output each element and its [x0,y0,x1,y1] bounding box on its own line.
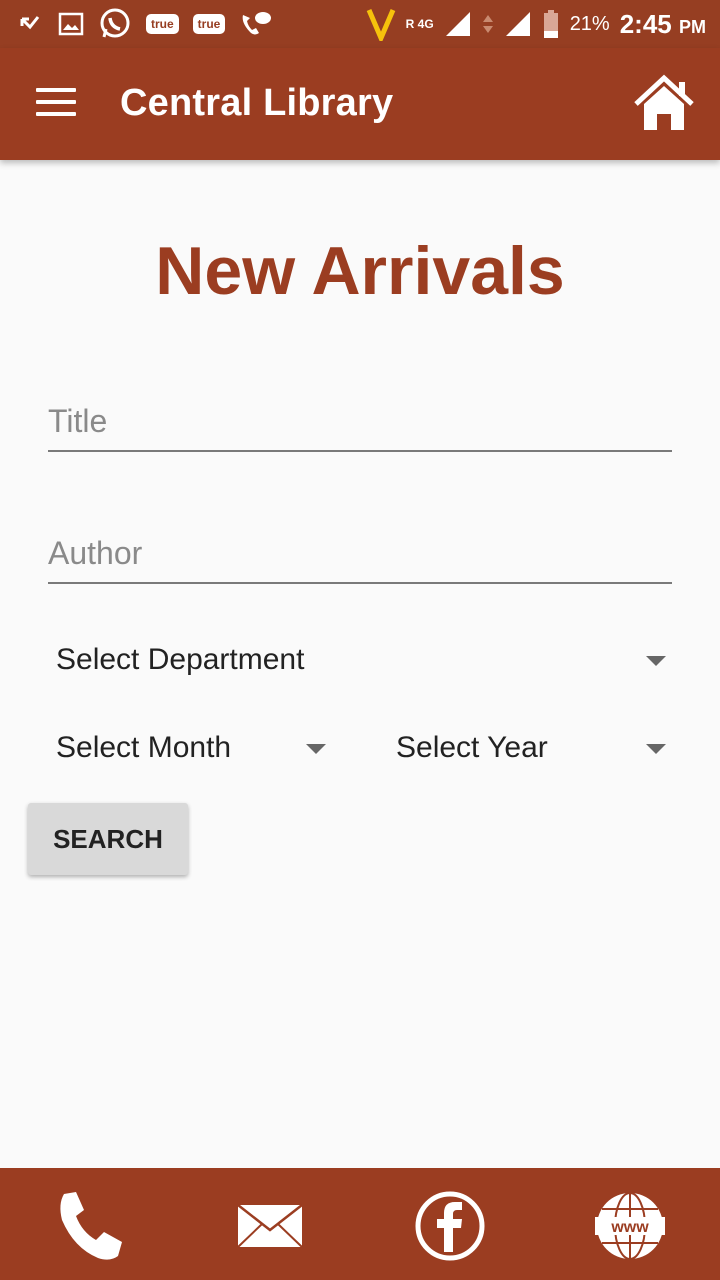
menu-icon[interactable] [36,88,76,118]
truecaller-badge: true [146,14,179,34]
search-button[interactable]: SEARCH [28,803,188,875]
page-title: New Arrivals [155,233,565,309]
gallery-icon [58,11,84,37]
network-label: R 4G [405,17,434,31]
battery-percent: 21% [569,12,610,35]
carrier-v-icon [366,7,396,41]
app-bar: Central Library [0,48,720,160]
bottom-nav: www [0,1168,720,1280]
clock: 2:45 PM [620,9,706,40]
clock-ampm: PM [679,16,706,37]
dropdown-arrow-icon [306,744,326,754]
phone-icon[interactable] [52,1188,128,1264]
signal-icon [444,10,472,38]
dropdown-arrow-icon [646,744,666,754]
year-dropdown-label: Select Year [396,731,548,764]
www-icon[interactable]: www [592,1188,668,1264]
battery-icon [542,9,560,39]
whatsapp-icon [98,7,132,41]
signal-icon [504,10,532,38]
title-input[interactable] [48,396,672,452]
status-bar: true true R 4G 21% 2:45 PM [0,0,720,48]
author-input[interactable] [48,528,672,584]
call-chat-icon [239,9,273,39]
home-icon[interactable] [632,74,696,134]
status-right-icons: R 4G 21% 2:45 PM [366,6,706,42]
month-dropdown-label: Select Month [56,731,232,764]
app-title: Central Library [120,82,394,124]
truecaller-badge: true [192,14,226,34]
missed-call-icon [18,11,44,37]
data-arrows-icon [482,11,494,37]
month-dropdown[interactable]: Select Month [56,718,332,778]
mail-icon[interactable] [232,1188,308,1264]
department-dropdown-label: Select Department [56,643,305,676]
facebook-icon[interactable] [412,1188,488,1264]
clock-time: 2:45 [619,8,672,39]
status-left-icons: true true [18,6,273,42]
department-dropdown[interactable]: Select Department [56,630,672,690]
dropdown-arrow-icon [646,656,666,666]
year-dropdown[interactable]: Select Year [396,718,672,778]
svg-text:www: www [610,1219,649,1236]
